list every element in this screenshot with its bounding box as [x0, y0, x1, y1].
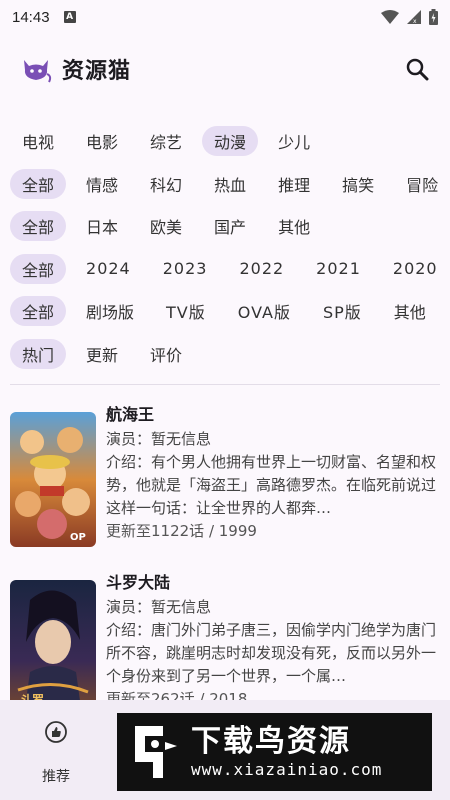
battery-icon [429, 9, 438, 25]
chip-variety[interactable]: 综艺 [138, 126, 194, 156]
chip-region-other[interactable]: 其他 [266, 211, 322, 241]
item-title: 航海王 [106, 405, 155, 424]
status-icons: x [381, 9, 438, 25]
chip-format-tv[interactable]: TV版 [154, 296, 218, 326]
list-item[interactable]: 斗罗 斗罗大陆 演员：暂无信息 介绍：唐门外门弟子唐三，因偷学内门绝学为唐门所不… [0, 560, 450, 702]
thumbs-up-icon [45, 721, 67, 743]
wifi-icon [381, 10, 399, 24]
svg-text:x: x [413, 18, 417, 24]
item-info: 航海王 演员：暂无信息 介绍：有个男人他拥有世界上一切财富、名望和权势，他就是「… [106, 402, 436, 560]
chip-genre-action[interactable]: 热血 [202, 169, 258, 199]
chip-anime[interactable]: 动漫 [202, 126, 259, 157]
filter-row-type: 电视 电影 综艺 动漫 少儿 [0, 120, 450, 163]
chip-format-other[interactable]: 其他 [382, 296, 438, 326]
chip-year-all[interactable]: 全部 [10, 253, 67, 284]
nav-tab-recommend[interactable]: 推荐 [16, 720, 96, 786]
item-description: 介绍：有个男人他拥有世界上一切财富、名望和权势，他就是「海盗王」高路德罗杰。在临… [106, 453, 436, 517]
chip-format-sp[interactable]: SP版 [311, 296, 374, 326]
app-bar: 资源猫 [0, 44, 450, 94]
chip-genre-comedy[interactable]: 搞笑 [330, 169, 386, 199]
chip-tv[interactable]: 电视 [10, 126, 66, 156]
filter-row-region: 全部 日本 欧美 国产 其他 [0, 205, 450, 248]
item-meta: 更新至1122话 / 1999 [106, 522, 257, 540]
filter-panel: 电视 电影 综艺 动漫 少儿 全部 情感 科幻 热血 推理 搞笑 冒险 全部 日… [0, 120, 450, 375]
list-item[interactable]: OP 航海王 演员：暂无信息 介绍：有个男人他拥有世界上一切财富、名望和权势，他… [0, 392, 450, 560]
item-description: 介绍：唐门外门弟子唐三，因偷学内门绝学为唐门所不容，跳崖明志时却发现没有死，反而… [106, 621, 436, 685]
chip-sort-popular[interactable]: 热门 [10, 338, 67, 369]
item-info: 斗罗大陆 演员：暂无信息 介绍：唐门外门弟子唐三，因偷学内门绝学为唐门所不容，跳… [106, 570, 436, 702]
watermark-url: www.xiazainiao.com [191, 760, 383, 779]
filter-row-format: 全部 剧场版 TV版 OVA版 SP版 其他 [0, 290, 450, 333]
filter-row-sort: 热门 更新 评价 [0, 333, 450, 376]
app-title: 资源猫 [62, 58, 132, 84]
chip-region-west[interactable]: 欧美 [138, 211, 194, 241]
notification-icon: A [63, 11, 76, 23]
divider [10, 384, 440, 385]
content-list: OP 航海王 演员：暂无信息 介绍：有个男人他拥有世界上一切财富、名望和权势，他… [0, 392, 450, 702]
bird-logo-icon [135, 726, 177, 778]
watermark-title: 下载鸟资源 [191, 724, 351, 759]
item-actor: 演员：暂无信息 [106, 598, 212, 616]
chip-genre-adventure[interactable]: 冒险 [394, 169, 450, 199]
chip-kids[interactable]: 少儿 [266, 126, 322, 156]
chip-year-2020[interactable]: 2020 [381, 254, 450, 284]
chip-format-all[interactable]: 全部 [10, 296, 67, 327]
item-actor: 演员：暂无信息 [106, 430, 212, 448]
status-bar: 14:43 A x [0, 0, 450, 34]
filter-row-genre: 全部 情感 科幻 热血 推理 搞笑 冒险 [0, 163, 450, 206]
chip-year-2024[interactable]: 2024 [74, 254, 143, 284]
chip-year-2021[interactable]: 2021 [304, 254, 373, 284]
chip-region-all[interactable]: 全部 [10, 211, 67, 242]
chip-movie[interactable]: 电影 [74, 126, 130, 156]
chip-genre-romance[interactable]: 情感 [74, 169, 130, 199]
chip-sort-updated[interactable]: 更新 [74, 339, 130, 369]
watermark-text: 下载鸟资源 www.xiazainiao.com [191, 724, 382, 780]
search-button[interactable] [402, 54, 432, 84]
poster-image: OP [10, 412, 96, 547]
chip-sort-rating[interactable]: 评价 [138, 339, 194, 369]
chip-genre-all[interactable]: 全部 [10, 168, 67, 199]
item-title: 斗罗大陆 [106, 573, 171, 592]
signal-icon: x [407, 10, 421, 24]
chip-genre-scifi[interactable]: 科幻 [138, 169, 194, 199]
search-icon [406, 58, 429, 81]
chip-genre-mystery[interactable]: 推理 [266, 169, 322, 199]
cat-logo-icon [24, 60, 52, 83]
chip-format-ova[interactable]: OVA版 [226, 296, 303, 326]
filter-row-year: 全部 2024 2023 2022 2021 2020 2019 [0, 248, 450, 291]
chip-year-2022[interactable]: 2022 [227, 254, 296, 284]
chip-region-china[interactable]: 国产 [202, 211, 258, 241]
chip-format-theatrical[interactable]: 剧场版 [74, 296, 146, 326]
poster-image: 斗罗 [10, 580, 96, 702]
chip-region-japan[interactable]: 日本 [74, 211, 130, 241]
nav-label-recommend: 推荐 [42, 769, 70, 785]
status-time: 14:43 [12, 8, 50, 26]
watermark: 下载鸟资源 www.xiazainiao.com [117, 713, 432, 791]
svg-text:OP: OP [70, 532, 86, 543]
chip-year-2023[interactable]: 2023 [151, 254, 220, 284]
